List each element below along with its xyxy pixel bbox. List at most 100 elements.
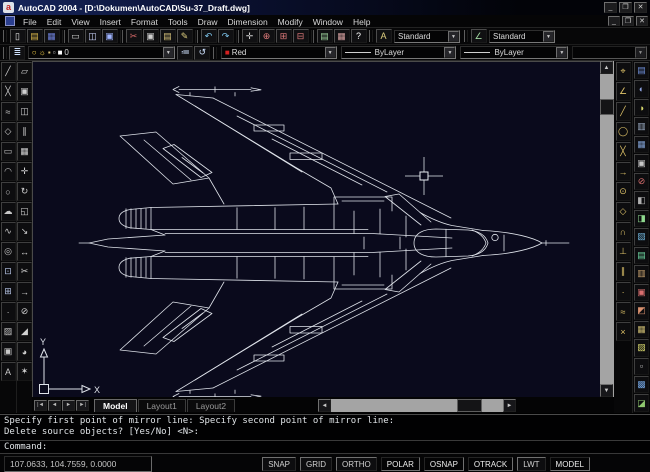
tool-icon-3[interactable]: ◑ bbox=[634, 99, 649, 116]
toolbar-drag-handle[interactable] bbox=[3, 30, 7, 42]
chevron-down-icon[interactable]: ▼ bbox=[444, 47, 455, 58]
revcloud-icon[interactable]: ☁ bbox=[1, 202, 16, 221]
menu-view[interactable]: View bbox=[66, 17, 94, 27]
tab-layout1[interactable]: Layout1 bbox=[138, 399, 186, 412]
vertical-scroll-thumb[interactable] bbox=[600, 99, 614, 115]
command-prompt[interactable]: Command: bbox=[0, 440, 650, 453]
status-toggle-otrack[interactable]: OTRACK bbox=[468, 457, 513, 471]
mirror-icon[interactable]: ◫ bbox=[17, 102, 32, 121]
menu-draw[interactable]: Draw bbox=[193, 17, 223, 27]
snap-tangent-icon[interactable]: ∩ bbox=[616, 222, 631, 241]
tab-nav-first-icon[interactable]: |◄ bbox=[34, 400, 47, 411]
tab-nav-prev-icon[interactable]: ◄ bbox=[48, 400, 61, 411]
close-button[interactable]: ✕ bbox=[634, 2, 647, 13]
menu-edit[interactable]: Edit bbox=[42, 17, 67, 27]
tool-icon-5[interactable]: ▦ bbox=[634, 136, 649, 153]
spline-icon[interactable]: ∿ bbox=[1, 222, 16, 241]
layer-manager-icon[interactable]: ≣ bbox=[9, 46, 25, 60]
zoom-window-icon[interactable]: ⊞ bbox=[276, 29, 292, 43]
hatch-icon[interactable]: ▨ bbox=[1, 322, 16, 341]
menu-help[interactable]: Help bbox=[348, 17, 375, 27]
snap-intersection-icon[interactable]: ╳ bbox=[616, 142, 631, 161]
chevron-down-icon[interactable]: ▼ bbox=[448, 31, 459, 42]
horizontal-scrollbar[interactable]: ◄ ► bbox=[318, 399, 516, 412]
properties-icon[interactable]: ▤ bbox=[317, 29, 333, 43]
save-icon[interactable]: ▦ bbox=[44, 29, 60, 43]
snap-extension-icon[interactable]: → bbox=[616, 162, 631, 181]
status-toggle-snap[interactable]: SNAP bbox=[262, 457, 296, 471]
tool-icon-14[interactable]: ◩ bbox=[634, 302, 649, 319]
tab-model[interactable]: Model bbox=[94, 399, 137, 412]
ellipse-icon[interactable]: ◎ bbox=[1, 242, 16, 261]
point-icon[interactable]: ∙ bbox=[1, 302, 16, 321]
chevron-down-icon[interactable]: ▼ bbox=[543, 31, 554, 42]
status-toggle-model[interactable]: MODEL bbox=[550, 457, 590, 471]
snap-endpoint-icon[interactable]: ╱ bbox=[616, 102, 631, 121]
vertical-scroll-track[interactable] bbox=[600, 74, 614, 384]
publish-icon[interactable]: ▣ bbox=[102, 29, 118, 43]
designcenter-icon[interactable]: ▦ bbox=[334, 29, 350, 43]
linetype-combo[interactable]: ByLayer ▼ bbox=[341, 46, 457, 59]
restore-button[interactable]: ❐ bbox=[619, 2, 632, 13]
chevron-down-icon[interactable]: ▼ bbox=[635, 47, 646, 58]
undo-icon[interactable]: ↶ bbox=[201, 29, 217, 43]
rectangle-icon[interactable]: ▭ bbox=[1, 142, 16, 161]
match-properties-icon[interactable]: ✎ bbox=[177, 29, 193, 43]
menu-tools[interactable]: Tools bbox=[163, 17, 193, 27]
menu-dimension[interactable]: Dimension bbox=[223, 17, 273, 27]
tab-nav-last-icon[interactable]: ►| bbox=[76, 400, 89, 411]
move-icon[interactable]: ✛ bbox=[17, 162, 32, 181]
tool-icon-9[interactable]: ◨ bbox=[634, 210, 649, 227]
horizontal-scroll-track[interactable] bbox=[331, 399, 503, 412]
dim-style-icon[interactable]: ∠ bbox=[471, 29, 487, 43]
chevron-down-icon[interactable]: ▼ bbox=[325, 47, 336, 58]
tool-icon-7[interactable]: ⊘ bbox=[634, 173, 649, 190]
layer-combo[interactable]: ○☼▪▫■ 0 ▼ bbox=[28, 46, 175, 59]
toolbar-drag-handle[interactable] bbox=[369, 30, 373, 42]
menu-modify[interactable]: Modify bbox=[273, 17, 308, 27]
plot-icon[interactable]: ▭ bbox=[68, 29, 84, 43]
circle-icon[interactable]: ○ bbox=[1, 182, 16, 201]
status-toggle-lwt[interactable]: LWT bbox=[517, 457, 545, 471]
tool-icon-15[interactable]: ▦ bbox=[634, 321, 649, 338]
arc-icon[interactable]: ◠ bbox=[1, 162, 16, 181]
break-icon[interactable]: ⊘ bbox=[17, 302, 32, 321]
minimize-button[interactable]: _ bbox=[604, 2, 617, 13]
snap-from-icon[interactable]: ∠ bbox=[616, 82, 631, 101]
tool-icon-4[interactable]: ▥ bbox=[634, 117, 649, 134]
tool-icon-13[interactable]: ▣ bbox=[634, 284, 649, 301]
text-style-icon[interactable]: A bbox=[376, 29, 392, 43]
paste-icon[interactable]: ▤ bbox=[160, 29, 176, 43]
menu-file[interactable]: File bbox=[18, 17, 42, 27]
tool-icon-1[interactable]: ▤ bbox=[634, 62, 649, 79]
scroll-up-icon[interactable]: ▲ bbox=[600, 61, 613, 74]
tool-icon-8[interactable]: ◧ bbox=[634, 191, 649, 208]
rotate-icon[interactable]: ↻ bbox=[17, 182, 32, 201]
tool-icon-18[interactable]: ▩ bbox=[634, 376, 649, 393]
tool-icon-17[interactable]: ▫ bbox=[634, 358, 649, 375]
fillet-icon[interactable]: ◕ bbox=[17, 342, 32, 361]
offset-icon[interactable]: ∥ bbox=[17, 122, 32, 141]
status-toggle-ortho[interactable]: ORTHO bbox=[336, 457, 377, 471]
extend-icon[interactable]: → bbox=[17, 282, 32, 301]
tool-icon-11[interactable]: ▤ bbox=[634, 247, 649, 264]
horizontal-scroll-thumb[interactable] bbox=[457, 399, 483, 412]
dim-style-combo[interactable]: Standard ▼ bbox=[489, 30, 555, 43]
toolbar-drag-handle[interactable] bbox=[213, 47, 217, 59]
lengthen-icon[interactable]: ↔ bbox=[17, 242, 32, 261]
snap-node-icon[interactable]: ∙ bbox=[616, 282, 631, 301]
tool-icon-16[interactable]: ▨ bbox=[634, 339, 649, 356]
snap-midpoint-icon[interactable]: ◯ bbox=[616, 122, 631, 141]
scroll-left-icon[interactable]: ◄ bbox=[318, 399, 331, 412]
snap-quadrant-icon[interactable]: ◇ bbox=[616, 202, 631, 221]
scroll-right-icon[interactable]: ► bbox=[503, 399, 516, 412]
qnew-icon[interactable]: ▯ bbox=[10, 29, 26, 43]
snap-none-icon[interactable]: × bbox=[616, 322, 631, 341]
menu-window[interactable]: Window bbox=[308, 17, 348, 27]
copy-object-icon[interactable]: ▣ bbox=[17, 82, 32, 101]
child-minimize-button[interactable]: _ bbox=[608, 16, 620, 26]
tool-icon-6[interactable]: ▣ bbox=[634, 154, 649, 171]
status-toggle-polar[interactable]: POLAR bbox=[381, 457, 420, 471]
tab-nav-next-icon[interactable]: ► bbox=[62, 400, 75, 411]
snap-nearest-icon[interactable]: ≈ bbox=[616, 302, 631, 321]
